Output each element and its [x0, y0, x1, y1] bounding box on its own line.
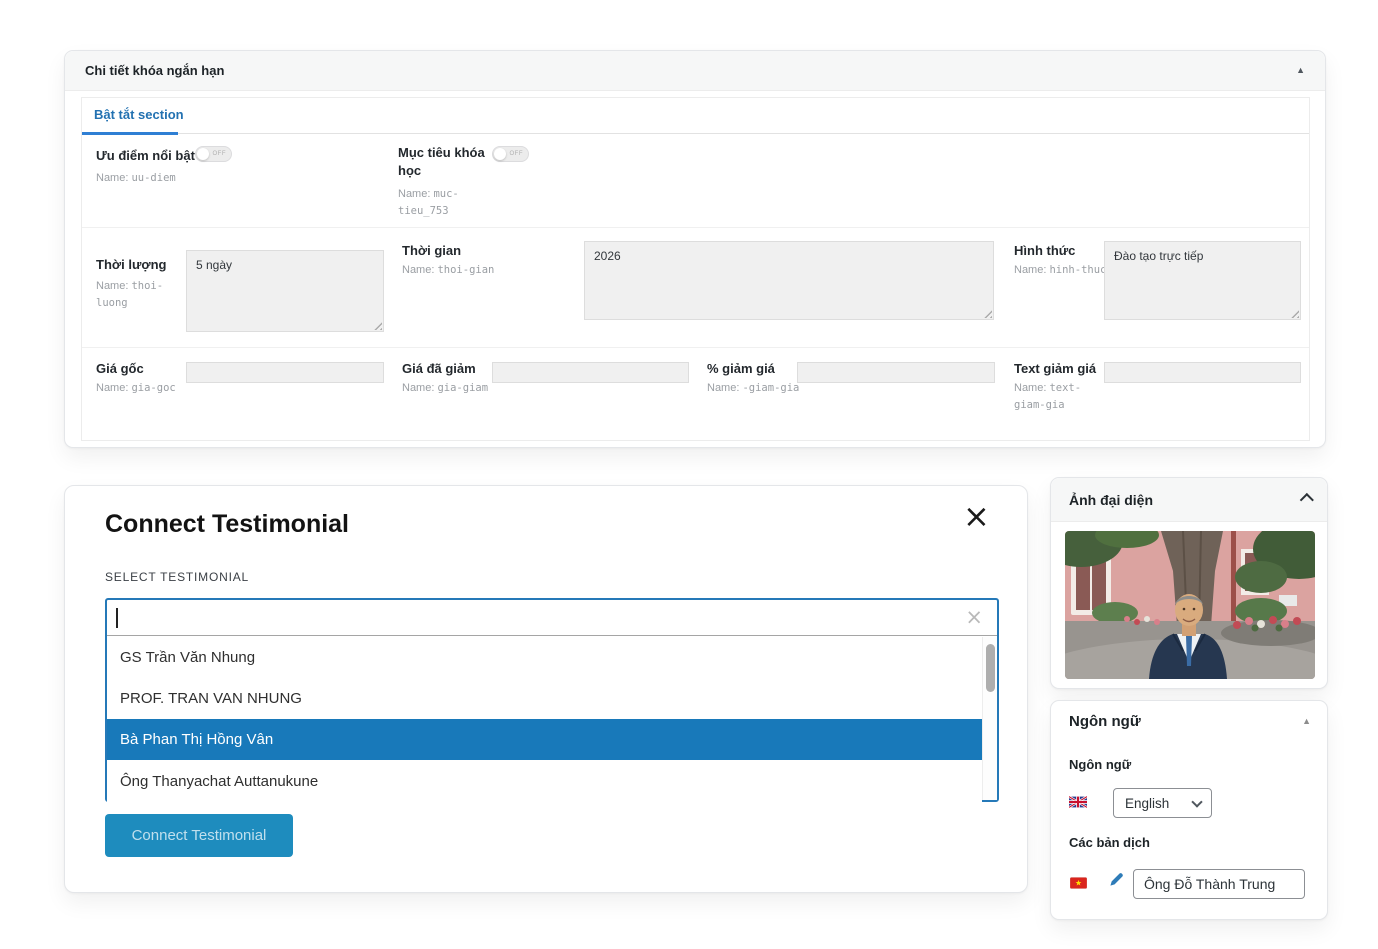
dropdown-search-box[interactable]: ×	[107, 600, 997, 636]
chevron-up-icon[interactable]	[1300, 492, 1314, 506]
hinh-thuc-textarea-input[interactable]: Đào tạo trực tiếp	[1105, 242, 1300, 319]
dropdown-option[interactable]: GS Trần Văn Nhung	[107, 637, 982, 678]
toggle-off-label: OFF	[213, 151, 227, 157]
connect-testimonial-button[interactable]: Connect Testimonial	[105, 814, 293, 857]
toggle-fields-row: Ưu điểm nổi bật OFF Name: uu-diem Mục ti…	[82, 134, 1309, 228]
chevron-down-icon	[1191, 796, 1202, 807]
field-name: Name: thoi-gian	[402, 262, 562, 279]
language-panel-title: Ngôn ngữ	[1069, 713, 1141, 730]
close-icon[interactable]: ×	[963, 500, 990, 532]
phan-tram-giam-gia-input[interactable]	[797, 362, 995, 383]
uk-flag-icon	[1069, 795, 1087, 813]
tab-bat-tat-section[interactable]: Bật tắt section	[94, 107, 184, 122]
thoi-gian-textarea-input[interactable]: 2026	[585, 242, 993, 319]
language-select[interactable]: English	[1113, 788, 1212, 818]
featured-image-title: Ảnh đại diện	[1069, 492, 1153, 508]
dropdown-search-input[interactable]	[115, 604, 935, 632]
field-label: Thời gian	[402, 242, 461, 260]
featured-image-photo[interactable]	[1065, 531, 1315, 679]
vietnam-flag-icon	[1070, 876, 1087, 894]
collapse-up-icon[interactable]: ▲	[1302, 717, 1311, 726]
field-name: Name: thoi-luong	[96, 278, 180, 312]
collapse-up-icon[interactable]: ▲	[1296, 66, 1305, 75]
dropdown-scrollbar[interactable]	[982, 637, 997, 800]
clear-icon[interactable]: ×	[965, 605, 983, 629]
field-label: Mục tiêu khóa học	[398, 144, 490, 179]
gia-giam-input[interactable]	[492, 362, 689, 383]
course-panel-title: Chi tiết khóa ngắn hạn	[85, 63, 224, 78]
translation-input[interactable]	[1133, 869, 1305, 899]
field-label: Thời lượng	[96, 256, 167, 274]
dropdown-option[interactable]: PROF. TRAN VAN NHUNG	[107, 678, 982, 719]
featured-image-panel: Ảnh đại diện	[1050, 477, 1328, 689]
uu-diem-toggle[interactable]: OFF	[195, 146, 232, 162]
language-panel: Ngôn ngữ ▲ Ngôn ngữ English Các bản dịch	[1050, 700, 1328, 920]
language-select-value: English	[1125, 796, 1169, 811]
price-fields-row: Giá gốc Name: gia-goc Giá đã giảm Name: …	[82, 348, 1309, 442]
tab-bar: Bật tắt section	[82, 98, 1309, 134]
field-label: Ưu điểm nổi bật	[96, 147, 195, 165]
course-details-panel: Chi tiết khóa ngắn hạn ▲ Bật tắt section…	[64, 50, 1326, 448]
select-testimonial-label: SELECT TESTIMONIAL	[105, 570, 249, 584]
testimonial-dropdown: × GS Trần Văn Nhung PROF. TRAN VAN NHUNG…	[105, 598, 999, 802]
course-fields-card: Bật tắt section Ưu điểm nổi bật OFF Name…	[81, 97, 1310, 441]
text-cursor	[116, 608, 118, 628]
connect-testimonial-modal: Connect Testimonial × SELECT TESTIMONIAL…	[64, 485, 1028, 893]
gia-goc-input[interactable]	[186, 362, 384, 383]
modal-title: Connect Testimonial	[105, 510, 349, 539]
field-label: % giảm giá	[707, 360, 775, 378]
dropdown-option[interactable]: Ông Thanyachat Auttanukune	[107, 760, 982, 802]
textarea-fields-row: Thời lượng Name: thoi-luong 5 ngày Thời …	[82, 228, 1309, 348]
thoi-luong-textarea[interactable]: 5 ngày	[186, 250, 384, 332]
field-name: Name: muc-tieu_753	[398, 186, 498, 220]
field-label: Giá đã giảm	[402, 360, 476, 378]
toggle-knob-icon	[494, 148, 506, 160]
muc-tieu-toggle[interactable]: OFF	[492, 146, 529, 162]
course-panel-header[interactable]: Chi tiết khóa ngắn hạn ▲	[65, 51, 1325, 91]
thoi-gian-textarea[interactable]: 2026	[584, 241, 994, 320]
edit-pencil-icon[interactable]	[1107, 871, 1125, 894]
portrait-illustration	[1065, 531, 1315, 679]
field-label: Hình thức	[1014, 242, 1075, 260]
text-giam-gia-input[interactable]	[1104, 362, 1301, 383]
thoi-luong-textarea-input[interactable]: 5 ngày	[187, 251, 383, 331]
dropdown-option-highlighted[interactable]: Bà Phan Thị Hồng Vân	[107, 719, 982, 760]
toggle-knob-icon	[197, 148, 209, 160]
field-name: Name: text-giam-gia	[1014, 380, 1104, 414]
toggle-off-label: OFF	[510, 151, 524, 157]
scrollbar-thumb[interactable]	[986, 644, 995, 692]
field-name: Name: uu-diem	[96, 170, 176, 187]
translations-label: Các bản dịch	[1069, 835, 1150, 850]
field-label: Text giảm giá	[1014, 360, 1096, 378]
field-label: Giá gốc	[96, 360, 144, 378]
language-field-label: Ngôn ngữ	[1069, 757, 1131, 772]
hinh-thuc-textarea[interactable]: Đào tạo trực tiếp	[1104, 241, 1301, 320]
featured-image-header[interactable]: Ảnh đại diện	[1051, 478, 1327, 522]
